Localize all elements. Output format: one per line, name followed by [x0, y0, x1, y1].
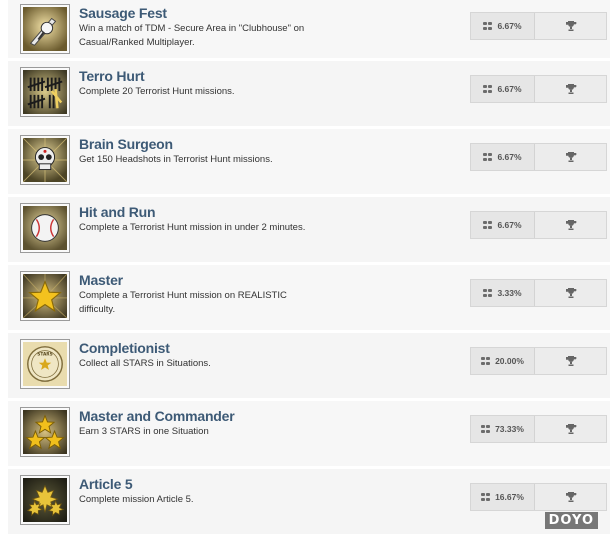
unlock-percent: 20.00% — [471, 348, 535, 374]
achievement-row: Article 5 Complete mission Article 5. 16… — [8, 469, 610, 534]
achievement-description: Complete a Terrorist Hunt mission in und… — [79, 222, 306, 233]
gold-star-icon — [20, 271, 70, 321]
achievement-stats: 6.67% — [470, 211, 607, 239]
achievement-row: Master and Commander Earn 3 STARS in one… — [8, 401, 610, 466]
trophy-button[interactable] — [535, 484, 606, 510]
achievement-stats: 73.33% — [470, 415, 607, 443]
trophy-button[interactable] — [535, 144, 606, 170]
achievement-row: Hit and Run Complete a Terrorist Hunt mi… — [8, 197, 610, 262]
achievement-stats: 6.67% — [470, 75, 607, 103]
trophy-icon — [565, 356, 576, 366]
trophy-button[interactable] — [535, 13, 606, 39]
achievement-row: Terro Hurt Complete 20 Terrorist Hunt mi… — [8, 61, 610, 126]
trophy-button[interactable] — [535, 212, 606, 238]
achievement-title: Terro Hurt — [79, 68, 145, 84]
achievement-stats: 6.67% — [470, 143, 607, 171]
unlock-percent: 6.67% — [471, 212, 535, 238]
grid-icon — [483, 152, 492, 162]
achievement-stats: 16.67% — [470, 483, 607, 511]
unlock-percent-value: 6.67% — [497, 21, 522, 31]
grid-icon — [481, 356, 490, 366]
achievement-stats: 3.33% — [470, 279, 607, 307]
achievement-row: Sausage Fest Win a match of TDM - Secure… — [8, 0, 610, 58]
achievement-title: Completionist — [79, 340, 170, 356]
trophy-button[interactable] — [535, 348, 606, 374]
achievement-description: Earn 3 STARS in one Situation — [79, 426, 209, 437]
achievement-description: Complete 20 Terrorist Hunt missions. — [79, 86, 235, 97]
trophy-icon — [565, 424, 576, 434]
unlock-percent-value: 16.67% — [495, 492, 524, 502]
unlock-percent-value: 20.00% — [495, 356, 524, 366]
achievement-description: Get 150 Headshots in Terrorist Hunt miss… — [79, 154, 273, 165]
achievement-description: Complete mission Article 5. — [79, 494, 194, 505]
trophy-icon — [565, 288, 576, 298]
achievement-title: Article 5 — [79, 476, 133, 492]
trophy-icon — [565, 84, 576, 94]
unlock-percent: 6.67% — [471, 144, 535, 170]
tally-marks-icon — [20, 67, 70, 117]
unlock-percent: 3.33% — [471, 280, 535, 306]
unlock-percent-value: 6.67% — [497, 220, 522, 230]
achievement-stats: 20.00% — [470, 347, 607, 375]
skull-icon — [20, 135, 70, 185]
achievement-title: Brain Surgeon — [79, 136, 173, 152]
trophy-button[interactable] — [535, 76, 606, 102]
achievement-list: Sausage Fest Win a match of TDM - Secure… — [8, 0, 610, 537]
achievement-row: STARS Completionist Collect all STARS in… — [8, 333, 610, 398]
watermark-logo: DOYO — [544, 512, 598, 529]
unlock-percent: 6.67% — [471, 76, 535, 102]
achievement-row: Brain Surgeon Get 150 Headshots in Terro… — [8, 129, 610, 194]
unlock-percent-value: 3.33% — [497, 288, 522, 298]
grid-icon — [481, 424, 490, 434]
trophy-icon — [565, 21, 576, 31]
stars-seal-icon: STARS — [20, 339, 70, 389]
grid-icon — [483, 21, 492, 31]
achievement-title: Master and Commander — [79, 408, 235, 424]
achievement-title: Master — [79, 272, 123, 288]
baseball-icon — [20, 203, 70, 253]
achievement-title: Hit and Run — [79, 204, 156, 220]
achievement-row: Master Complete a Terrorist Hunt mission… — [8, 265, 610, 330]
grid-icon — [483, 288, 492, 298]
maple-leaves-icon — [20, 475, 70, 525]
achievement-description: Collect all STARS in Situations. — [79, 358, 211, 369]
achievement-description: Complete a Terrorist Hunt mission on REA… — [79, 290, 287, 315]
grid-icon — [483, 84, 492, 94]
svg-text:STARS: STARS — [37, 351, 52, 357]
unlock-percent: 73.33% — [471, 416, 535, 442]
unlock-percent-value: 6.67% — [497, 152, 522, 162]
unlock-percent-value: 6.67% — [497, 84, 522, 94]
unlock-percent: 6.67% — [471, 13, 535, 39]
trophy-icon — [565, 492, 576, 502]
knife-bird-icon — [20, 4, 70, 54]
three-stars-icon — [20, 407, 70, 457]
grid-icon — [481, 492, 490, 502]
achievement-stats: 6.67% — [470, 12, 607, 40]
achievement-title: Sausage Fest — [79, 5, 167, 21]
trophy-icon — [565, 220, 576, 230]
trophy-button[interactable] — [535, 416, 606, 442]
grid-icon — [483, 220, 492, 230]
unlock-percent-value: 73.33% — [495, 424, 524, 434]
unlock-percent: 16.67% — [471, 484, 535, 510]
trophy-button[interactable] — [535, 280, 606, 306]
trophy-icon — [565, 152, 576, 162]
achievement-description: Win a match of TDM - Secure Area in "Clu… — [79, 23, 305, 48]
